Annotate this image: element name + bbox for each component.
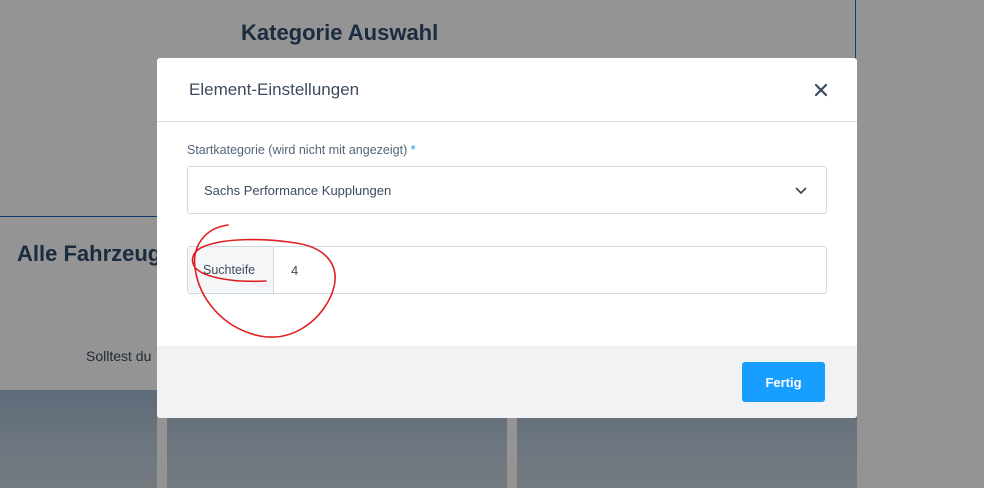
modal-footer: Fertig — [157, 346, 857, 418]
search-depth-group: Suchteife — [187, 246, 827, 294]
search-depth-addon: Suchteife — [188, 247, 274, 293]
search-depth-input[interactable] — [275, 247, 826, 293]
modal-header: Element-Einstellungen — [157, 58, 857, 122]
start-category-select[interactable]: Sachs Performance Kupplungen — [187, 166, 827, 214]
search-depth-label: Suchteife — [203, 263, 256, 277]
start-category-label: Startkategorie (wird nicht mit angezeigt… — [187, 143, 416, 157]
start-category-label-text: Startkategorie (wird nicht mit angezeigt… — [187, 143, 408, 157]
done-button[interactable]: Fertig — [742, 362, 825, 402]
element-settings-modal: Element-Einstellungen Startkategorie (wi… — [157, 58, 857, 418]
modal-title: Element-Einstellungen — [189, 80, 360, 99]
chevron-down-icon — [795, 187, 807, 194]
close-button[interactable] — [809, 78, 833, 102]
required-marker: * — [410, 143, 416, 157]
start-category-value: Sachs Performance Kupplungen — [204, 183, 392, 198]
modal-body: Startkategorie (wird nicht mit angezeigt… — [157, 122, 857, 346]
close-icon — [814, 83, 828, 97]
